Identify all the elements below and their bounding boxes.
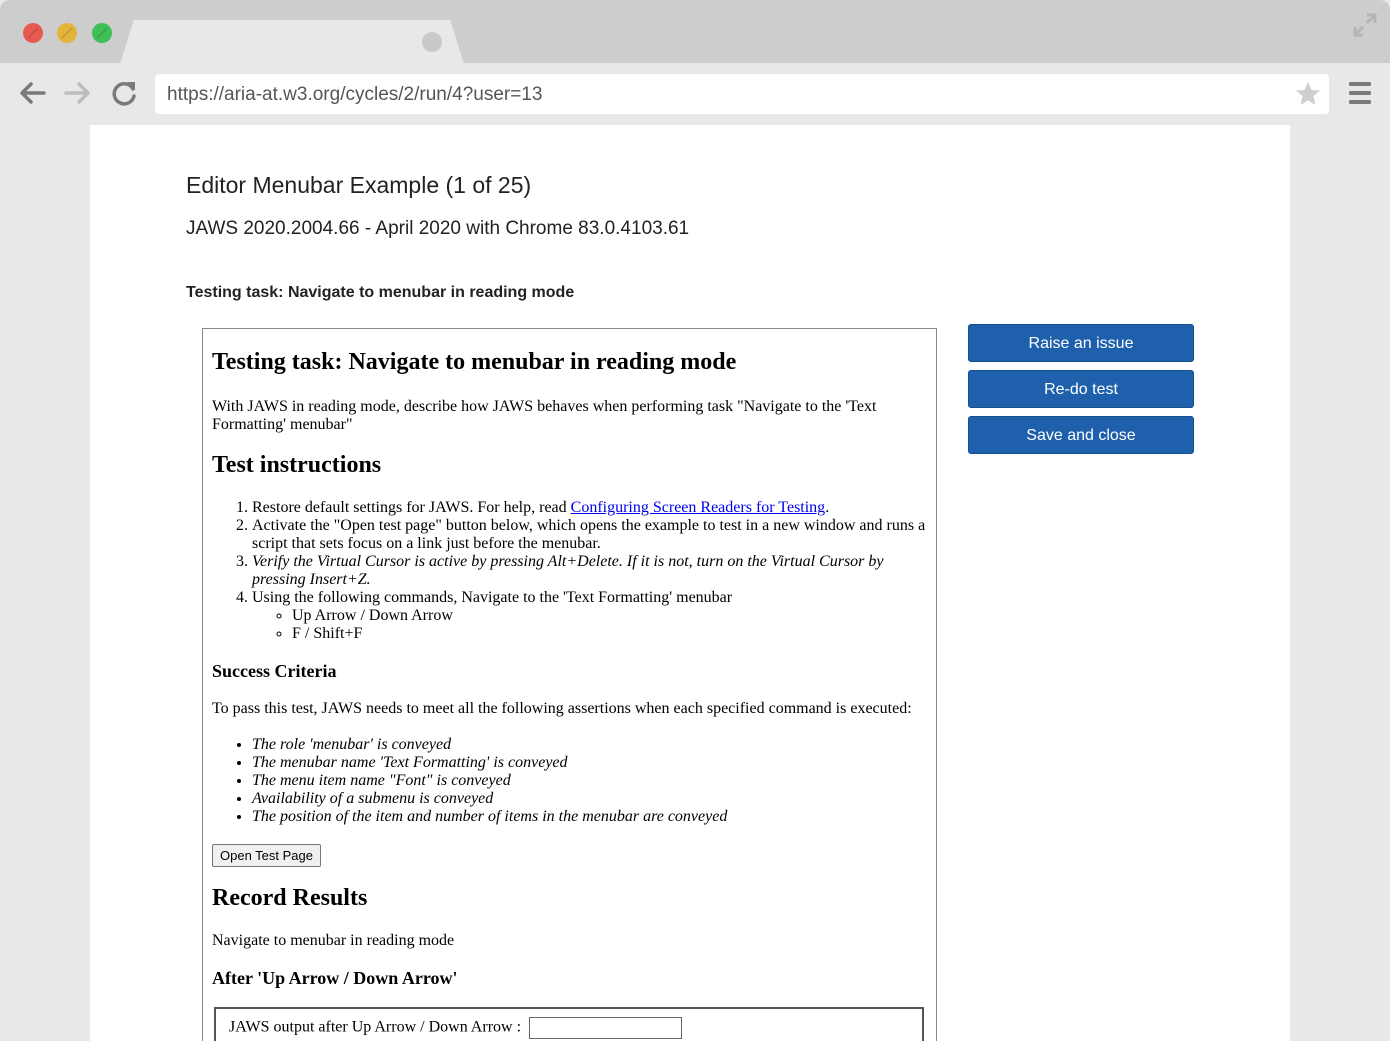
instruction-step: Restore default settings for JAWS. For h…	[252, 499, 926, 517]
page-content: Editor Menubar Example (1 of 25) JAWS 20…	[90, 125, 1290, 1041]
open-test-page-button[interactable]: Open Test Page	[212, 844, 321, 867]
command-item: Up Arrow / Down Arrow	[292, 607, 926, 625]
task-label: Testing task: Navigate to menubar in rea…	[186, 284, 575, 301]
criteria-intro: To pass this test, JAWS needs to meet al…	[212, 700, 912, 717]
redo-test-button[interactable]: Re-do test	[968, 370, 1194, 408]
results-fieldset: JAWS output after Up Arrow / Down Arrow …	[214, 1007, 924, 1041]
assertions-list: The role 'menubar' is conveyed The menub…	[252, 736, 926, 826]
maximize-window-button[interactable]	[92, 23, 112, 43]
browser-toolbar: https://aria-at.w3.org/cycles/2/run/4?us…	[0, 63, 1390, 125]
output-label: JAWS output after Up Arrow / Down Arrow …	[229, 1018, 522, 1036]
assertion-item: The menu item name "Font" is conveyed	[252, 772, 926, 790]
page-title: Editor Menubar Example (1 of 25)	[186, 172, 532, 198]
close-window-button[interactable]	[23, 23, 43, 43]
instruction-step: Activate the "Open test page" button bel…	[252, 517, 926, 553]
instructions-heading: Test instructions	[212, 452, 382, 478]
assertion-item: Availability of a submenu is conveyed	[252, 790, 926, 808]
bookmark-star-icon[interactable]	[1294, 80, 1322, 108]
back-arrow-icon[interactable]	[16, 77, 48, 109]
raise-issue-button[interactable]: Raise an issue	[968, 324, 1194, 362]
test-heading: Testing task: Navigate to menubar in rea…	[212, 349, 737, 375]
minimize-window-button[interactable]	[57, 23, 77, 43]
record-results-text: Navigate to menubar in reading mode	[212, 932, 455, 949]
instruction-step: Using the following commands, Navigate t…	[252, 589, 926, 643]
command-item: F / Shift+F	[292, 625, 926, 643]
page-subtitle: JAWS 2020.2004.66 - April 2020 with Chro…	[186, 218, 690, 239]
instruction-step: Verify the Virtual Cursor is active by p…	[252, 553, 926, 589]
configuring-screen-readers-link[interactable]: Configuring Screen Readers for Testing	[571, 499, 826, 516]
record-results-heading: Record Results	[212, 885, 368, 911]
jaws-output-input[interactable]	[529, 1017, 683, 1039]
criteria-heading: Success Criteria	[212, 661, 337, 681]
test-intro: With JAWS in reading mode, describe how …	[212, 398, 877, 433]
test-iframe: Testing task: Navigate to menubar in rea…	[202, 328, 937, 1041]
commands-list: Up Arrow / Down Arrow F / Shift+F	[292, 607, 926, 643]
browser-title-bar	[0, 0, 1390, 64]
tab-close-icon[interactable]	[422, 32, 442, 52]
browser-tab[interactable]	[120, 20, 464, 64]
reload-icon[interactable]	[108, 77, 140, 109]
forward-arrow-icon[interactable]	[62, 77, 94, 109]
assertion-item: The role 'menubar' is conveyed	[252, 736, 926, 754]
after-command-heading: After 'Up Arrow / Down Arrow'	[212, 968, 458, 988]
instructions-list: Restore default settings for JAWS. For h…	[252, 499, 926, 643]
address-bar[interactable]: https://aria-at.w3.org/cycles/2/run/4?us…	[155, 74, 1329, 114]
hamburger-menu-icon[interactable]	[1348, 80, 1372, 106]
fullscreen-icon[interactable]	[1352, 12, 1378, 38]
page-viewport: Editor Menubar Example (1 of 25) JAWS 20…	[0, 125, 1390, 1041]
assertion-item: The menubar name 'Text Formatting' is co…	[252, 754, 926, 772]
save-and-close-button[interactable]: Save and close	[968, 416, 1194, 454]
assertion-item: The position of the item and number of i…	[252, 808, 926, 826]
